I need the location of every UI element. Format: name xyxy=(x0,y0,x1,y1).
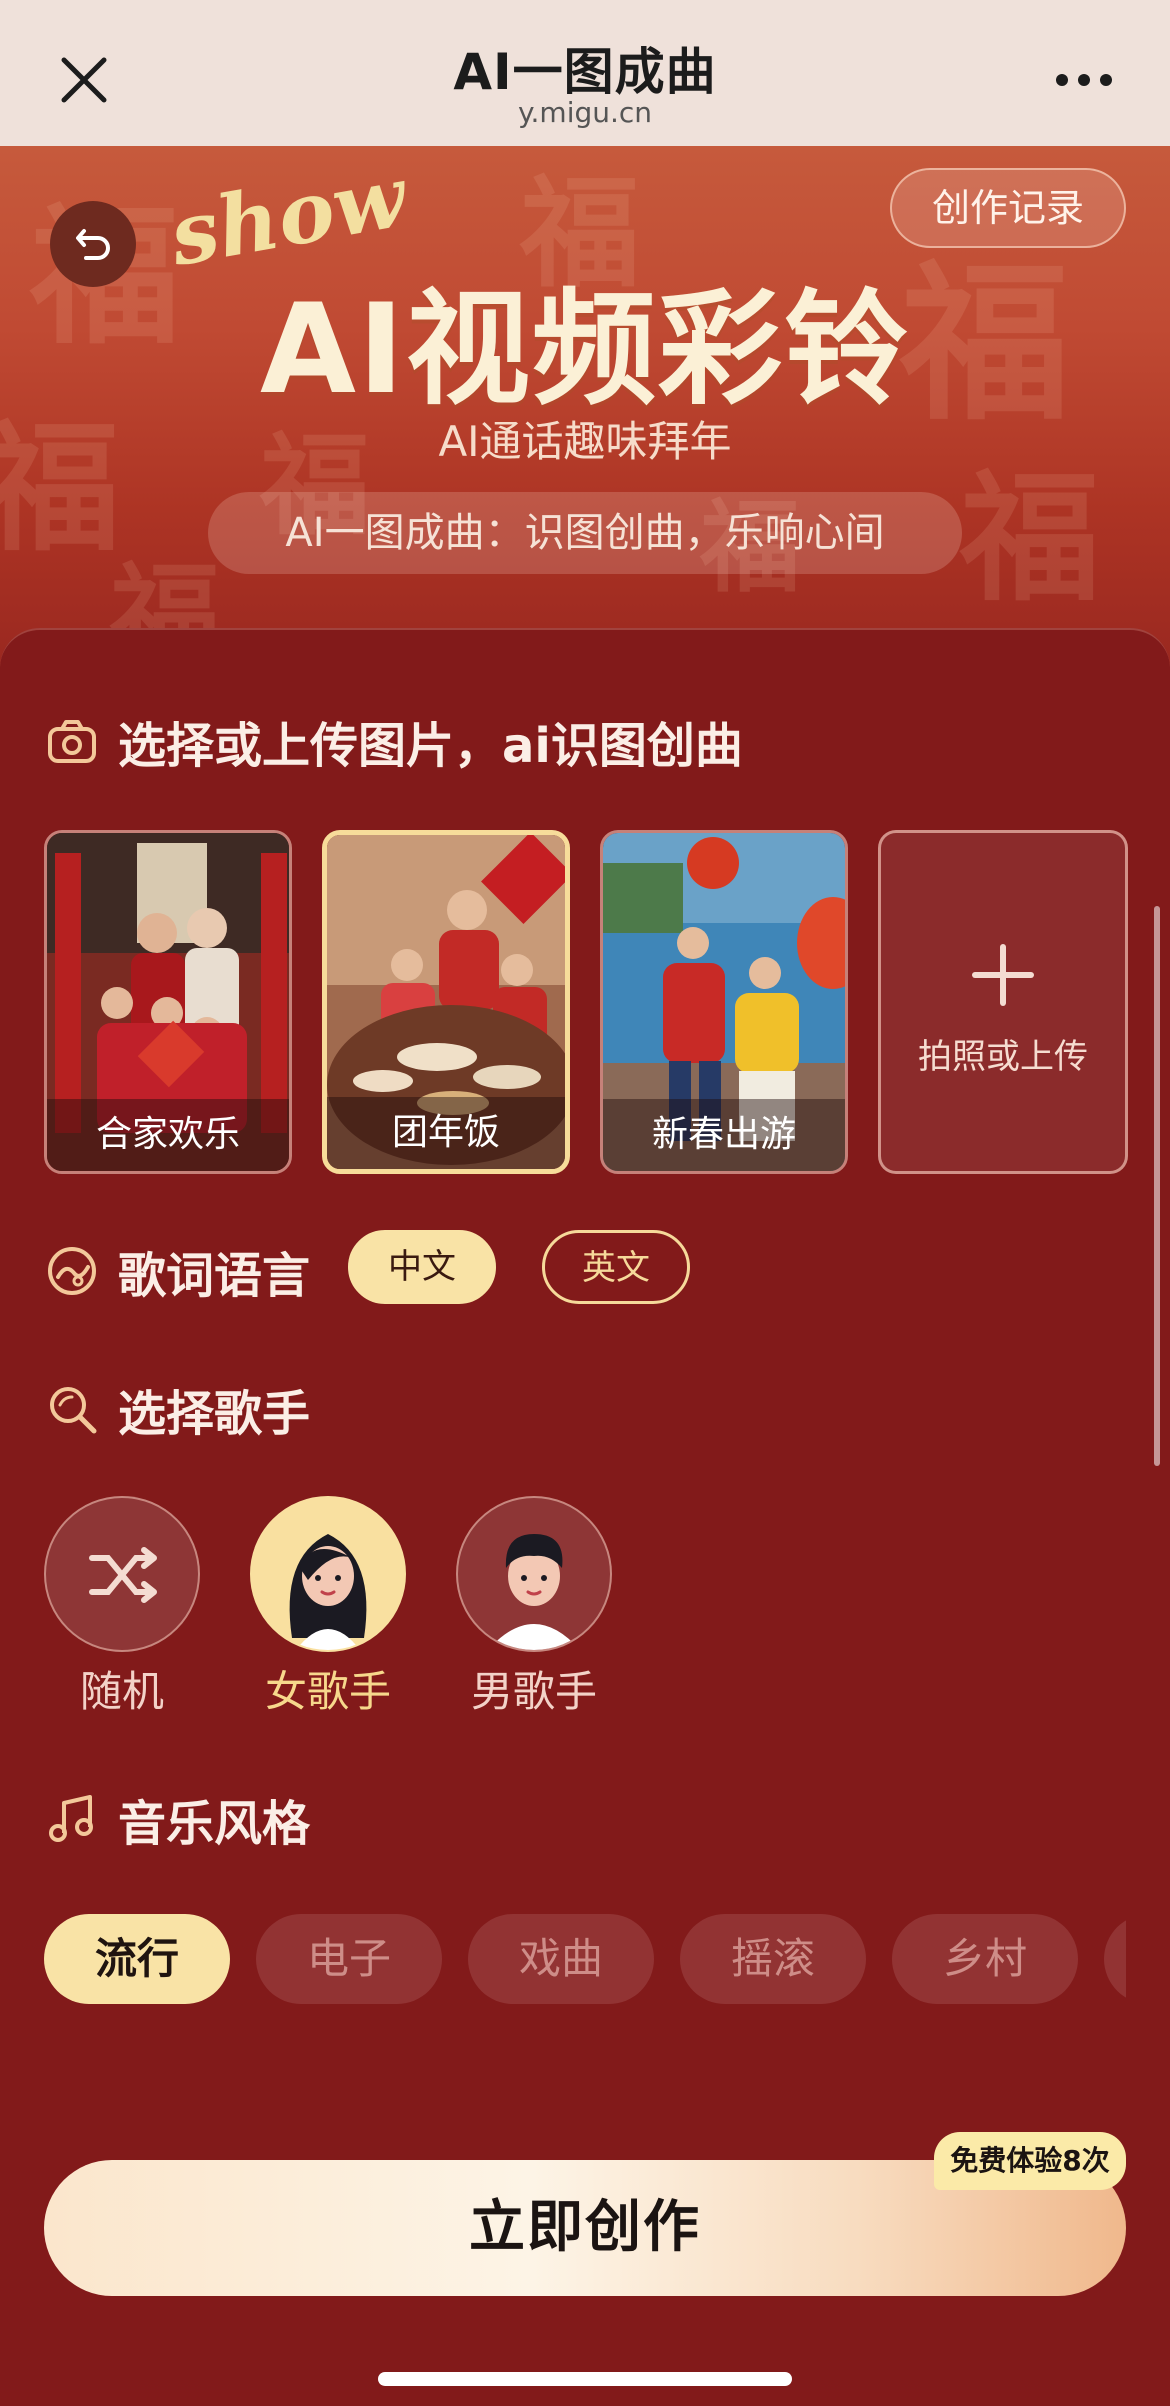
language-section-header: 歌词语言 xyxy=(44,1236,310,1306)
random-avatar xyxy=(44,1496,200,1652)
style-option-more[interactable] xyxy=(1104,1914,1126,2004)
page-title: AI一图成曲 xyxy=(453,43,717,101)
free-trial-badge: 免费体验8次 xyxy=(934,2132,1126,2190)
singer-option-female[interactable]: 女歌手 xyxy=(250,1496,406,1719)
music-note-icon xyxy=(49,1795,93,1842)
style-option-pop[interactable]: 流行 xyxy=(44,1914,230,2004)
style-option-rock[interactable]: 摇滚 xyxy=(680,1914,866,2004)
style-section-title: 音乐风格 xyxy=(118,1796,311,1852)
search-icon xyxy=(50,1387,97,1434)
singer-option-random[interactable]: 随机 xyxy=(44,1496,200,1719)
creation-record-button[interactable]: 创作记录 xyxy=(890,168,1126,248)
hero-slogan: AI一图成曲：识图创曲，乐响心间 xyxy=(208,492,962,574)
style-option-opera[interactable]: 戏曲 xyxy=(468,1914,654,2004)
female-singer-icon xyxy=(289,1534,367,1650)
upload-label: 拍照或上传 xyxy=(918,1037,1088,1077)
hero-subtitle: AI通话趣味拜年 xyxy=(438,417,732,466)
style-option-country[interactable]: 乡村 xyxy=(892,1914,1078,2004)
image-section-header: 选择或上传图片，ai识图创曲 xyxy=(44,706,743,776)
female-avatar xyxy=(250,1496,406,1652)
image-caption: 团年饭 xyxy=(327,1097,565,1169)
singer-label: 随机 xyxy=(79,1667,164,1716)
plus-icon xyxy=(972,944,1034,1006)
hero-banner: 福 福 福 福 福 福 福 福 创作记录 show AI视频彩铃 AI通话趣味拜… xyxy=(0,146,1170,666)
browser-nav-bar: AI一图成曲 y.migu.cn xyxy=(0,0,1170,146)
image-option-family[interactable]: 合家欢乐 xyxy=(44,830,292,1174)
image-option-spring-outing[interactable]: 新春出游 xyxy=(600,830,848,1174)
singer-section-title: 选择歌手 xyxy=(118,1386,311,1442)
shuffle-icon xyxy=(89,1547,157,1603)
language-section-title: 歌词语言 xyxy=(118,1248,311,1304)
singer-option-male[interactable]: 男歌手 xyxy=(456,1496,612,1719)
language-option-english[interactable]: 英文 xyxy=(542,1230,690,1304)
upload-image-button[interactable]: 拍照或上传 xyxy=(878,830,1128,1174)
music-style-options: 流行 电子 戏曲 摇滚 乡村 xyxy=(44,1914,1126,2006)
image-options: 合家欢乐 团年饭 新春出游 拍照或上传 xyxy=(44,830,1128,1174)
scrollbar[interactable] xyxy=(1154,906,1160,1466)
more-dots-icon[interactable] xyxy=(1052,66,1116,94)
image-section-title: 选择或上传图片，ai识图创曲 xyxy=(118,718,743,774)
style-section-header: 音乐风格 xyxy=(44,1784,310,1854)
image-caption: 合家欢乐 xyxy=(47,1099,289,1171)
home-indicator xyxy=(378,2372,792,2386)
creation-panel: 选择或上传图片，ai识图创曲 合家欢乐 团年饭 新春出游 拍照或上传 歌词语言 … xyxy=(0,628,1170,2406)
style-option-electronic[interactable]: 电子 xyxy=(256,1914,442,2004)
singer-label: 男歌手 xyxy=(470,1667,597,1716)
singer-label: 女歌手 xyxy=(264,1667,391,1716)
image-caption: 新春出游 xyxy=(603,1099,845,1171)
page-url: y.migu.cn xyxy=(517,96,653,129)
language-option-chinese[interactable]: 中文 xyxy=(348,1230,496,1304)
male-singer-icon xyxy=(488,1534,580,1650)
camera-icon xyxy=(48,720,96,763)
image-option-reunion-dinner[interactable]: 团年饭 xyxy=(322,830,570,1174)
male-avatar xyxy=(456,1496,612,1652)
hero-title: AI视频彩铃 xyxy=(259,278,911,422)
language-icon xyxy=(48,1247,96,1295)
singer-section-header: 选择歌手 xyxy=(44,1374,310,1444)
